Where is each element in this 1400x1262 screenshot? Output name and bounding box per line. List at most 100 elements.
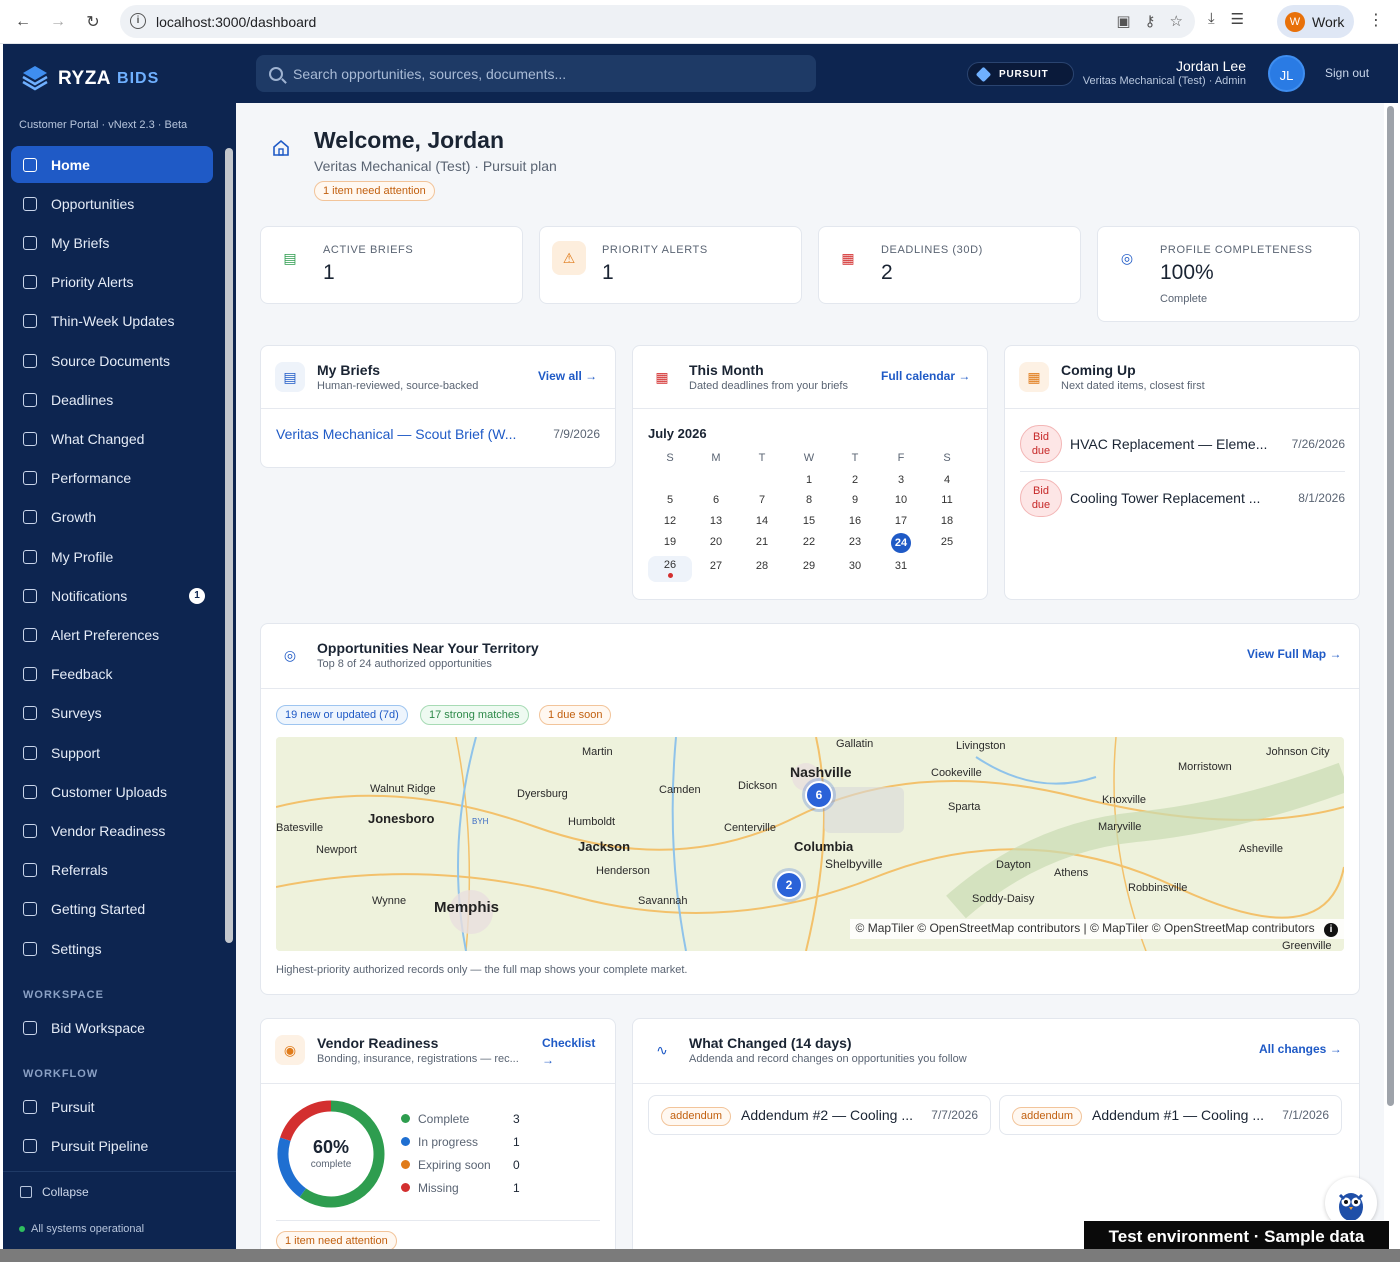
- sidebar-item-vendor-readiness[interactable]: Vendor Readiness: [11, 812, 213, 849]
- calendar-day[interactable]: 20: [694, 536, 738, 548]
- stat-card-active-briefs[interactable]: ▤ ACTIVE BRIEFS 1: [260, 226, 523, 304]
- calendar-day[interactable]: 16: [833, 515, 877, 527]
- calendar-day[interactable]: 11: [925, 494, 969, 506]
- calendar-day[interactable]: 15: [787, 515, 831, 527]
- address-bar[interactable]: i localhost:3000/dashboard ▣ ⚷ ☆: [120, 5, 1195, 38]
- calendar-day[interactable]: 14: [740, 515, 784, 527]
- stat-card-profile-completeness[interactable]: ◎ PROFILE COMPLETENESS 100% Complete: [1097, 226, 1360, 322]
- calendar-day[interactable]: 4: [925, 474, 969, 486]
- reload-icon[interactable]: ↻: [81, 10, 105, 34]
- view-full-map-link[interactable]: View Full Map →: [1247, 647, 1341, 661]
- calendar-day[interactable]: 12: [648, 515, 692, 527]
- sidebar-item-my-briefs[interactable]: My Briefs: [11, 224, 213, 261]
- calendar-day[interactable]: 19: [648, 536, 692, 548]
- territory-map[interactable]: Gallatin Livingston Johnson City Nashvil…: [276, 737, 1344, 951]
- sidebar-item-thin-week-updates[interactable]: Thin-Week Updates: [11, 303, 213, 340]
- map-cluster-marker[interactable]: 2: [775, 871, 803, 899]
- stat-card-priority-alerts[interactable]: ⚠ PRIORITY ALERTS 1: [539, 226, 802, 304]
- sidebar-item-alert-preferences[interactable]: Alert Preferences: [11, 616, 213, 653]
- calendar-day[interactable]: 31: [879, 560, 923, 572]
- calendar-day[interactable]: 2: [833, 474, 877, 486]
- sidebar-item-source-documents[interactable]: Source Documents: [11, 342, 213, 379]
- upcoming-item[interactable]: Bid due Cooling Tower Replacement ... 8/1/2…: [1020, 478, 1345, 530]
- media-icon[interactable]: ☰: [1231, 10, 1244, 28]
- sidebar-item-notifications[interactable]: Notifications 1: [11, 577, 213, 614]
- calendar-day[interactable]: 13: [694, 515, 738, 527]
- sidebar-item-pursuit[interactable]: Pursuit: [11, 1088, 213, 1125]
- upcoming-item[interactable]: Bid due HVAC Replacement — Eleme... 7/26/20…: [1020, 424, 1345, 476]
- sidebar-item-surveys[interactable]: Surveys: [11, 695, 213, 732]
- sidebar-item-bid-workspace[interactable]: Bid Workspace: [11, 1009, 213, 1046]
- calendar-day[interactable]: 1: [787, 474, 831, 486]
- brand-logo[interactable]: RYZA BIDS: [20, 64, 159, 94]
- calendar-day[interactable]: 18: [925, 515, 969, 527]
- calendar-day[interactable]: 24: [879, 533, 923, 553]
- attention-badge[interactable]: 1 item need attention: [276, 1231, 397, 1249]
- view-all-link[interactable]: View all →: [538, 369, 597, 383]
- calendar-day[interactable]: 30: [833, 560, 877, 572]
- calendar-day[interactable]: 27: [694, 560, 738, 572]
- sidebar-item-performance[interactable]: Performance: [11, 460, 213, 497]
- sidebar-item-pursuit-pipeline[interactable]: Pursuit Pipeline: [11, 1127, 213, 1164]
- chip-due-soon[interactable]: 1 due soon: [539, 705, 612, 725]
- calendar-day[interactable]: 9: [833, 494, 877, 506]
- card-subtitle: Dated deadlines from your briefs: [689, 380, 848, 392]
- sidebar-item-what-changed[interactable]: What Changed: [11, 420, 213, 457]
- menu-icon[interactable]: ⋮: [1368, 10, 1384, 30]
- star-icon[interactable]: ☆: [1170, 12, 1183, 30]
- attention-badge[interactable]: 1 item need attention: [314, 181, 435, 201]
- map-cluster-marker[interactable]: 6: [805, 781, 833, 809]
- change-item[interactable]: addendum Addendum #1 — Cooling ... 7/1/202…: [999, 1095, 1342, 1135]
- main-scrollbar[interactable]: [1387, 106, 1394, 1106]
- calendar-day[interactable]: 22: [787, 536, 831, 548]
- map-pin-user-icon: ◎: [283, 646, 297, 663]
- checklist-link[interactable]: Checklist →: [542, 1035, 595, 1069]
- calendar-day[interactable]: 25: [925, 536, 969, 548]
- sidebar-item-getting-started[interactable]: Getting Started: [11, 891, 213, 928]
- sidebar-item-referrals[interactable]: Referrals: [11, 852, 213, 889]
- calendar-day[interactable]: 21: [740, 536, 784, 548]
- sidebar-scrollbar[interactable]: [225, 148, 233, 943]
- calendar-day[interactable]: 23: [833, 536, 877, 548]
- all-changes-link[interactable]: All changes →: [1259, 1042, 1342, 1056]
- sign-out-link[interactable]: Sign out: [1325, 66, 1369, 80]
- sidebar-item-feedback[interactable]: Feedback: [11, 656, 213, 693]
- full-calendar-link[interactable]: Full calendar →: [881, 369, 970, 383]
- calendar-day[interactable]: 10: [879, 494, 923, 506]
- install-app-icon[interactable]: ▣: [1116, 12, 1130, 30]
- sidebar-item-settings[interactable]: Settings: [11, 930, 213, 967]
- key-icon[interactable]: ⚷: [1145, 12, 1156, 30]
- avatar[interactable]: JL: [1268, 55, 1305, 92]
- calendar-day[interactable]: 17: [879, 515, 923, 527]
- calendar-day[interactable]: 8: [787, 494, 831, 506]
- sidebar-item-growth[interactable]: Growth: [11, 499, 213, 536]
- calendar-day[interactable]: 29: [787, 560, 831, 572]
- chip-new-updated[interactable]: 19 new or updated (7d): [276, 705, 408, 725]
- sidebar-item-priority-alerts[interactable]: Priority Alerts: [11, 264, 213, 301]
- sidebar-item-my-profile[interactable]: My Profile: [11, 538, 213, 575]
- sidebar-item-deadlines[interactable]: Deadlines: [11, 381, 213, 418]
- download-icon[interactable]: ⤓: [1208, 10, 1215, 28]
- sidebar-item-label: Growth: [51, 509, 97, 526]
- calendar-day[interactable]: 5: [648, 494, 692, 506]
- brief-link[interactable]: Veritas Mechanical — Scout Brief (W...: [276, 426, 536, 442]
- back-icon[interactable]: ←: [11, 10, 35, 34]
- chip-strong-matches[interactable]: 17 strong matches: [420, 705, 529, 725]
- change-item[interactable]: addendum Addendum #2 — Cooling ... 7/7/202…: [648, 1095, 991, 1135]
- sidebar-item-customer-uploads[interactable]: Customer Uploads: [11, 773, 213, 810]
- profile-button[interactable]: W Work: [1277, 5, 1354, 38]
- calendar-day[interactable]: 7: [740, 494, 784, 506]
- sidebar-item-opportunities[interactable]: Opportunities: [11, 185, 213, 222]
- sidebar-item-home[interactable]: Home: [11, 146, 213, 183]
- calendar-day[interactable]: 26: [648, 556, 692, 582]
- forward-icon[interactable]: →: [46, 10, 70, 34]
- collapse-button[interactable]: Collapse: [3, 1171, 236, 1211]
- stat-card-deadlines-30d[interactable]: ▦ DEADLINES (30D) 2: [818, 226, 1081, 304]
- site-info-icon[interactable]: i: [130, 13, 146, 29]
- calendar-day[interactable]: 6: [694, 494, 738, 506]
- calendar-day[interactable]: 3: [879, 474, 923, 486]
- search-input[interactable]: Search opportunities, sources, documents…: [256, 55, 816, 92]
- sidebar-item-support[interactable]: Support: [11, 734, 213, 771]
- info-icon[interactable]: i: [1324, 923, 1338, 937]
- calendar-day[interactable]: 28: [740, 560, 784, 572]
